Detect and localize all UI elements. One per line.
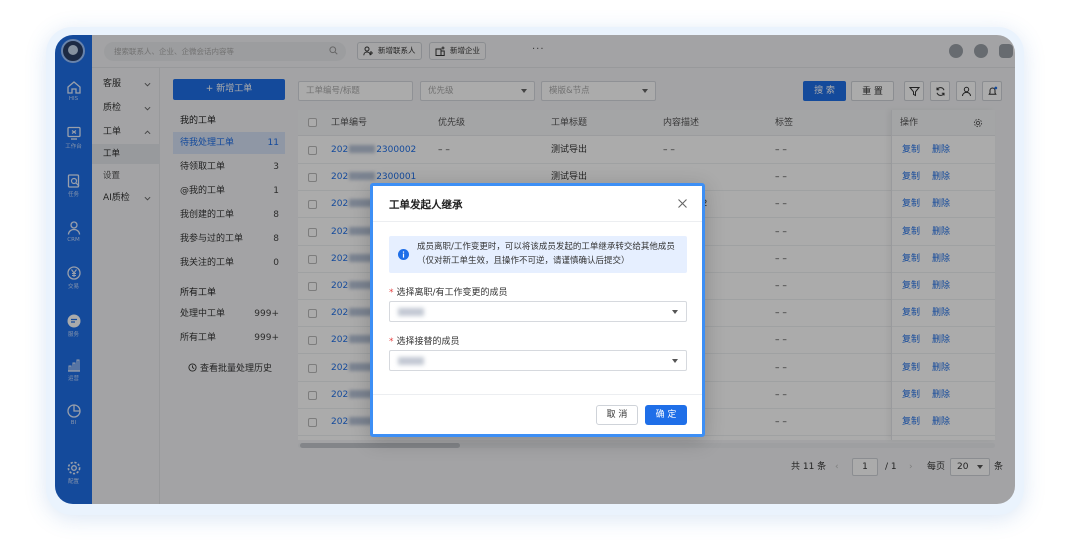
confirm-button[interactable]: 确 定 (645, 405, 687, 425)
successor-member-label-text: 选择接替的成员 (396, 337, 460, 347)
required-mark: * (389, 337, 394, 347)
caret-down-icon (672, 359, 678, 363)
dialog-title: 工单发起人继承 (389, 199, 463, 211)
info-text: 成员离职/工作变更时，可以将该成员发起的工单继承转交给其他成员（仅对新工单生效，… (417, 242, 675, 266)
info-alert: 成员离职/工作变更时，可以将该成员发起的工单继承转交给其他成员（仅对新工单生效，… (389, 236, 687, 273)
leaving-member-label-text: 选择离职/有工作变更的成员 (396, 288, 508, 298)
close-icon[interactable] (677, 198, 688, 209)
info-icon (398, 249, 409, 260)
successor-member-label: * 选择接替的成员 (389, 334, 460, 347)
cancel-button[interactable]: 取 消 (596, 405, 638, 425)
successor-member-select[interactable] (389, 350, 687, 371)
caret-down-icon (672, 310, 678, 314)
app-window: HIS 工作台 任务 CRM 交易 服务 运营 BI 配置 搜索联系人、企业、企微会话内容等 新… (55, 35, 1015, 504)
required-mark: * (389, 288, 394, 298)
dialog-footer-divider (373, 394, 702, 395)
inherit-dialog: 工单发起人继承 成员离职/工作变更时，可以将该成员发起的工单继承转交给其他成员（… (370, 183, 705, 437)
leaving-member-label: * 选择离职/有工作变更的成员 (389, 285, 508, 298)
leaving-member-select[interactable] (389, 301, 687, 322)
selected-value-blurred (398, 308, 424, 316)
dialog-divider (373, 221, 702, 222)
selected-value-blurred (398, 357, 424, 365)
